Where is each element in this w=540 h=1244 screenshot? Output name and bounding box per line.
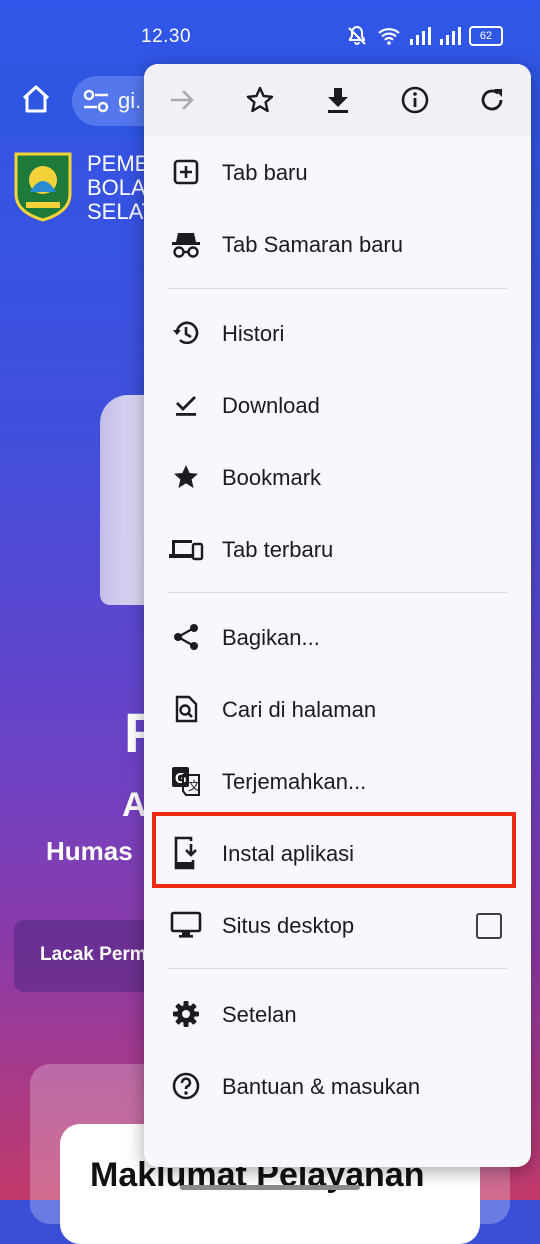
incognito-icon: [168, 226, 204, 262]
desktop-site-checkbox[interactable]: [476, 913, 502, 939]
status-time: 12.30: [141, 26, 192, 47]
menu-action-row: [144, 64, 531, 136]
star-icon: [246, 86, 274, 113]
menu-item-label: Bagikan...: [222, 625, 320, 650]
download-done-icon: [168, 387, 204, 423]
menu-divider: [168, 592, 507, 593]
menu-item-share[interactable]: Bagikan...: [144, 601, 531, 673]
menu-divider: [168, 968, 507, 969]
wifi-icon: [378, 28, 400, 45]
devices-icon: [168, 531, 204, 567]
download-icon: [328, 88, 348, 113]
menu-item-downloads[interactable]: Download: [144, 369, 531, 441]
history-icon: [168, 315, 204, 351]
menu-item-label: Bantuan & masukan: [222, 1074, 421, 1099]
translate-icon: G文: [168, 763, 204, 799]
menu-item-translate[interactable]: G文 Terjemahkan...: [144, 745, 531, 817]
menu-item-label: Download: [222, 393, 320, 418]
settings-icon: [168, 996, 204, 1032]
install-app-highlight-box: [152, 812, 516, 888]
signal-icon-2: [440, 27, 461, 45]
download-page-button[interactable]: [320, 82, 356, 118]
menu-item-label: Terjemahkan...: [222, 769, 367, 794]
menu-item-find-in-page[interactable]: Cari di halaman: [144, 673, 531, 745]
regency-logo: [14, 152, 72, 222]
menu-divider: [168, 288, 507, 289]
browser-overflow-menu: Tab baru Tab Samaran baru Histori Downlo…: [144, 64, 531, 1167]
desktop-icon: [168, 907, 204, 943]
menu-item-label: Histori: [222, 321, 285, 346]
forward-button[interactable]: [164, 82, 200, 118]
menu-item-label: Tab terbaru: [222, 537, 334, 562]
track-request-label: Lacak Perm: [40, 944, 147, 965]
help-icon: [168, 1068, 204, 1104]
new-tab-icon: [168, 154, 204, 190]
reload-button[interactable]: [474, 82, 510, 118]
menu-item-settings[interactable]: Setelan: [144, 978, 531, 1050]
menu-item-desktop-site[interactable]: Situs desktop: [144, 889, 531, 961]
site-settings-icon[interactable]: [82, 89, 110, 113]
menu-item-label: Situs desktop: [222, 913, 355, 938]
menu-item-bookmarks[interactable]: Bookmark: [144, 441, 531, 513]
menu-item-label: Cari di halaman: [222, 697, 377, 722]
signal-icon: [410, 27, 431, 45]
menu-item-label: Tab baru: [222, 160, 308, 185]
status-bar: 12.30 62: [0, 0, 540, 64]
hero-humas: Humas: [46, 836, 133, 866]
refresh-icon: [481, 89, 503, 111]
menu-item-history[interactable]: Histori: [144, 297, 531, 369]
url-text: gi.: [118, 88, 142, 113]
menu-item-label: Setelan: [222, 1002, 297, 1027]
home-icon: [22, 85, 50, 113]
svg-text:文: 文: [188, 778, 200, 793]
find-in-page-icon: [168, 691, 204, 727]
menu-item-new-tab[interactable]: Tab baru: [144, 136, 531, 208]
gesture-nav-handle[interactable]: [180, 1185, 360, 1190]
menu-item-label: Tab Samaran baru: [222, 232, 403, 257]
share-icon: [168, 619, 204, 655]
svg-text:G: G: [175, 770, 187, 787]
mute-icon: [348, 25, 366, 45]
battery-icon: 62: [469, 26, 503, 46]
forward-icon: [171, 90, 194, 110]
bookmark-this-page-button[interactable]: [242, 82, 278, 118]
status-icons: 62: [345, 24, 503, 48]
menu-item-label: Bookmark: [222, 465, 322, 490]
menu-item-recent-tabs[interactable]: Tab terbaru: [144, 513, 531, 585]
info-icon: [401, 86, 429, 114]
home-button[interactable]: [18, 81, 54, 117]
hero-subtitle: A: [122, 786, 147, 824]
menu-item-help-feedback[interactable]: Bantuan & masukan: [144, 1050, 531, 1122]
menu-item-new-incognito-tab[interactable]: Tab Samaran baru: [144, 208, 531, 280]
page-info-button[interactable]: [397, 82, 433, 118]
bookmark-star-icon: [168, 459, 204, 495]
